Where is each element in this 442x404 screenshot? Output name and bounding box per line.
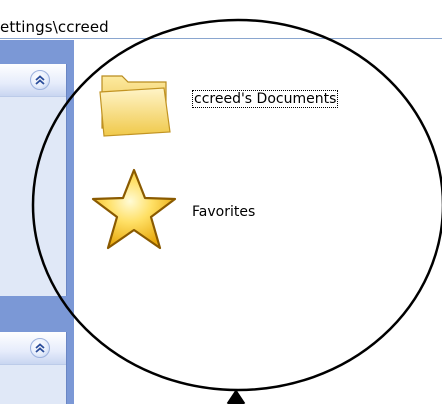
address-divider	[0, 38, 442, 39]
task-panel-1-body	[0, 96, 66, 296]
item-label[interactable]: Favorites	[192, 204, 255, 220]
double-chevron-up-icon	[35, 75, 45, 85]
task-panel-1-header[interactable]	[0, 64, 66, 96]
list-item-my-documents[interactable]: ccreed's Documents	[96, 62, 396, 142]
item-label[interactable]: ccreed's Documents	[192, 90, 339, 108]
list-item-favorites[interactable]: Favorites	[88, 164, 348, 254]
folder-icon	[99, 75, 171, 137]
file-view: ccreed's Documents Favorites	[74, 40, 442, 404]
collapse-button[interactable]	[30, 338, 50, 358]
task-pane	[0, 40, 74, 404]
task-panel-2-body	[0, 364, 66, 404]
double-chevron-up-icon	[35, 343, 45, 353]
task-panel-2-header[interactable]	[0, 332, 66, 364]
address-path[interactable]: ettings\ccreed	[0, 18, 109, 36]
address-bar[interactable]: ettings\ccreed	[0, 0, 442, 40]
collapse-button[interactable]	[30, 70, 50, 90]
star-icon	[91, 168, 177, 250]
task-panel-2	[0, 332, 67, 404]
task-panel-1	[0, 64, 67, 296]
